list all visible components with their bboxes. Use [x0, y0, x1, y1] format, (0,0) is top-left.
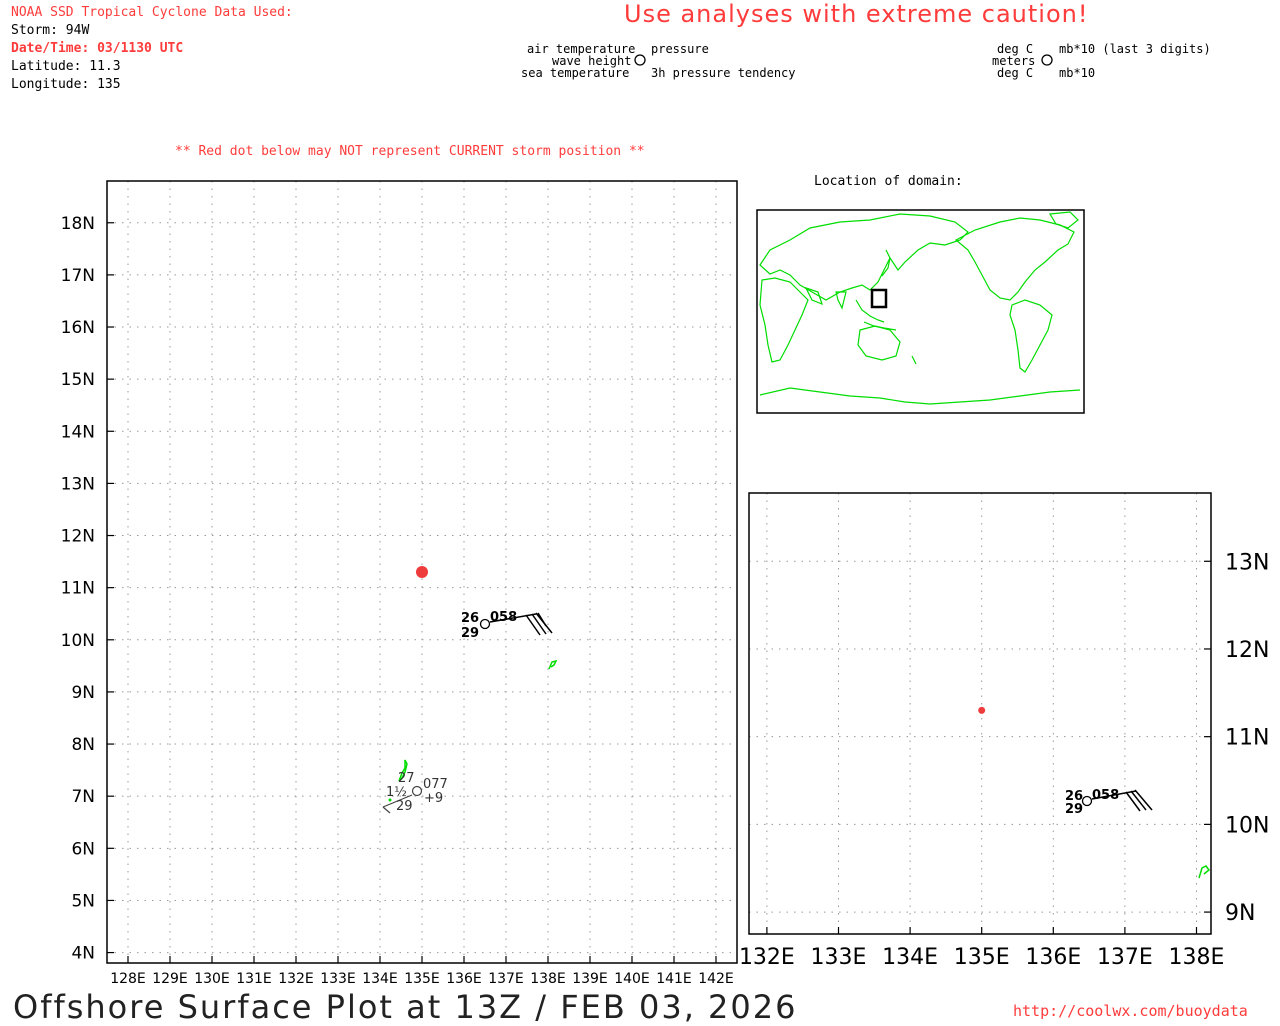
- station-pressure: 058: [490, 610, 517, 625]
- lat-tick-label: 9N: [71, 683, 95, 703]
- lat-tick-label: 13N: [1225, 550, 1269, 575]
- island-outline: [1198, 865, 1211, 879]
- lat-tick-label: 10N: [1225, 813, 1269, 838]
- zoom-map-ticks: 9N 10N 11N 12N 13N 132E 133E 134E 135E 136E 137E 13…: [739, 550, 1270, 970]
- station-sea-temp: 29: [396, 799, 413, 814]
- station-pressure: 077: [423, 777, 448, 792]
- plot-title: Offshore Surface Plot at 13Z / FEB 03, 2…: [13, 988, 798, 1026]
- lat-tick-label: 8N: [71, 735, 95, 755]
- lat-tick-label: 17N: [61, 266, 95, 286]
- lon-tick-label: 135E: [404, 971, 440, 987]
- lat-tick-label: 11N: [1225, 726, 1269, 751]
- lon-tick-label: 132E: [739, 945, 795, 970]
- station-tendency: +9: [424, 791, 443, 806]
- station-sea-temp: 29: [461, 626, 479, 641]
- lon-tick-label: 131E: [236, 971, 272, 987]
- lon-tick-label: 141E: [656, 971, 692, 987]
- lat-tick-label: 14N: [61, 422, 95, 442]
- lon-tick-label: 129E: [152, 971, 188, 987]
- lon-tick-label: 138E: [530, 971, 566, 987]
- lon-tick-label: 142E: [698, 971, 734, 987]
- station-plot: 27 077 1½ +9 29: [382, 771, 448, 814]
- lon-tick-label: 130E: [194, 971, 230, 987]
- station-air-temp: 27: [398, 771, 415, 786]
- lat-tick-label: 6N: [71, 839, 95, 859]
- lon-tick-label: 134E: [882, 945, 938, 970]
- inset-world-map-frame: [756, 209, 1085, 414]
- lat-tick-label: 12N: [61, 527, 95, 547]
- station-wave-height: 1½: [386, 785, 407, 800]
- lat-tick-label: 4N: [71, 944, 95, 964]
- lon-tick-label: 139E: [572, 971, 608, 987]
- lat-tick-label: 18N: [61, 214, 95, 234]
- lon-tick-label: 133E: [811, 945, 867, 970]
- lon-tick-label: 135E: [954, 945, 1010, 970]
- zoom-map-gridlines: [749, 493, 1211, 934]
- source-url-link[interactable]: http://coolwx.com/buoydata: [1013, 1002, 1248, 1020]
- lat-tick-label: 7N: [71, 787, 95, 807]
- station-plot: 26 058 29: [1065, 788, 1153, 817]
- wind-barb: [525, 614, 541, 636]
- station-circle: [411, 785, 423, 797]
- station-plot: 26 058 29: [461, 610, 553, 641]
- legend-unit-circle: [1041, 54, 1053, 66]
- storm-position-dot: [416, 566, 428, 579]
- lat-tick-label: 15N: [61, 370, 95, 390]
- lon-tick-label: 134E: [362, 971, 398, 987]
- station-circle: [479, 618, 491, 630]
- legend-station-circle: [634, 54, 646, 66]
- station-sea-temp: 29: [1065, 802, 1083, 817]
- wind-barb: [1125, 791, 1141, 812]
- lon-tick-label: 137E: [488, 971, 524, 987]
- lat-tick-label: 10N: [61, 631, 95, 651]
- map-canvas: 4N 5N 6N 7N 8N 9N 10N 11N 12N 13N 14N 15N 16N 17N 18N 1…: [61, 54, 1270, 987]
- lon-tick-label: 128E: [110, 971, 146, 987]
- lat-tick-label: 13N: [61, 474, 95, 494]
- station-pressure: 058: [1092, 788, 1119, 803]
- lon-tick-label: 140E: [614, 971, 650, 987]
- lon-tick-label: 137E: [1097, 945, 1153, 970]
- lon-tick-label: 136E: [446, 971, 482, 987]
- lon-tick-label: 132E: [278, 971, 314, 987]
- main-map-ticks: 4N 5N 6N 7N 8N 9N 10N 11N 12N 13N 14N 15N 16N 17N 18N 1…: [61, 214, 734, 987]
- wind-barb: [382, 806, 391, 814]
- lat-tick-label: 11N: [61, 579, 95, 599]
- station-circle: [1081, 795, 1093, 807]
- station-air-temp: 26: [461, 611, 479, 626]
- island-outline: [548, 659, 558, 670]
- lat-tick-label: 5N: [71, 891, 95, 911]
- lat-tick-label: 9N: [1225, 901, 1255, 926]
- lon-tick-label: 138E: [1169, 945, 1225, 970]
- lat-tick-label: 12N: [1225, 638, 1269, 663]
- storm-position-dot: [978, 706, 986, 714]
- lon-tick-label: 133E: [320, 971, 356, 987]
- zoom-map-frame: [748, 492, 1212, 935]
- lat-tick-label: 16N: [61, 318, 95, 338]
- lon-tick-label: 136E: [1025, 945, 1081, 970]
